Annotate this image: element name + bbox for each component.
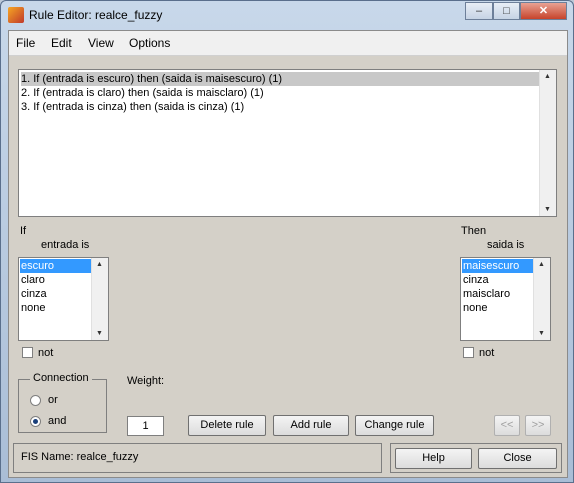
if-label: If [20, 225, 27, 237]
window-title: Rule Editor: realce_fuzzy [29, 8, 163, 22]
rule-item[interactable]: 2. If (entrada is claro) then (saida is … [21, 86, 264, 100]
connection-group: Connection or and [18, 372, 107, 433]
output-mf-option[interactable]: cinza [462, 273, 535, 287]
scroll-up-arrow-icon[interactable]: ▲ [544, 73, 551, 80]
output-mf-option[interactable]: maisclaro [462, 287, 535, 301]
add-rule-button[interactable]: Add rule [273, 415, 349, 436]
delete-rule-button[interactable]: Delete rule [188, 415, 266, 436]
matlab-icon [8, 7, 24, 23]
scroll-up-arrow-icon[interactable]: ▲ [96, 261, 103, 268]
previous-rule-button[interactable]: << [494, 415, 520, 436]
input-mf-option[interactable]: escuro [20, 259, 93, 273]
rule-item[interactable]: 1. If (entrada is escuro) then (saida is… [21, 72, 541, 86]
title-bar[interactable]: Rule Editor: realce_fuzzy – □ ✕ [1, 1, 573, 29]
output-not-label: not [479, 347, 495, 359]
input-mf-option[interactable]: none [20, 301, 93, 315]
input-list-scrollbar[interactable]: ▲ ▼ [91, 258, 108, 340]
output-not-checkbox[interactable] [463, 347, 474, 358]
input-mf-option[interactable]: claro [20, 273, 93, 287]
help-button[interactable]: Help [395, 448, 472, 469]
output-variable-label: saida is [487, 239, 525, 251]
output-mf-option[interactable]: maisescuro [462, 259, 535, 273]
window-close-button[interactable]: ✕ [520, 2, 567, 20]
and-label: and [48, 415, 67, 427]
input-mf-option[interactable]: cinza [20, 287, 93, 301]
close-button[interactable]: Close [478, 448, 557, 469]
connection-label: Connection [30, 372, 92, 384]
rule-item[interactable]: 3. If (entrada is cinza) then (saida is … [21, 100, 244, 114]
output-mf-list[interactable]: maisescuro cinza maisclaro none ▲ ▼ [460, 257, 551, 341]
client-area: File Edit View Options 1. If (entrada is… [8, 30, 568, 478]
menu-options[interactable]: Options [129, 36, 170, 50]
output-mf-option[interactable]: none [462, 301, 535, 315]
input-mf-list[interactable]: escuro claro cinza none ▲ ▼ [18, 257, 109, 341]
input-not-checkbox[interactable] [22, 347, 33, 358]
next-rule-button[interactable]: >> [525, 415, 551, 436]
minimize-button[interactable]: – [465, 2, 493, 20]
scroll-down-arrow-icon[interactable]: ▼ [96, 330, 103, 337]
maximize-button[interactable]: □ [493, 2, 520, 20]
scroll-down-arrow-icon[interactable]: ▼ [538, 330, 545, 337]
or-radio[interactable] [30, 395, 41, 406]
scroll-up-arrow-icon[interactable]: ▲ [538, 261, 545, 268]
menu-view[interactable]: View [88, 36, 114, 50]
status-text: FIS Name: realce_fuzzy [21, 451, 139, 463]
weight-input[interactable]: 1 [127, 416, 164, 436]
input-not-label: not [38, 347, 54, 359]
weight-label: Weight: [127, 375, 165, 387]
status-bar: FIS Name: realce_fuzzy [13, 443, 382, 473]
scroll-down-arrow-icon[interactable]: ▼ [544, 206, 551, 213]
menu-bar: File Edit View Options [9, 31, 567, 56]
or-label: or [48, 394, 58, 406]
output-list-scrollbar[interactable]: ▲ ▼ [533, 258, 550, 340]
and-radio[interactable] [30, 416, 41, 427]
rule-list-scrollbar[interactable]: ▲ ▼ [539, 70, 556, 216]
rule-editor-window: Rule Editor: realce_fuzzy – □ ✕ File Edi… [0, 0, 574, 483]
input-variable-label: entrada is [41, 239, 90, 251]
radio-selected-dot [33, 419, 38, 424]
then-label: Then [461, 225, 487, 237]
menu-edit[interactable]: Edit [51, 36, 72, 50]
menu-file[interactable]: File [16, 36, 35, 50]
change-rule-button[interactable]: Change rule [355, 415, 434, 436]
rule-list[interactable]: 1. If (entrada is escuro) then (saida is… [18, 69, 557, 217]
